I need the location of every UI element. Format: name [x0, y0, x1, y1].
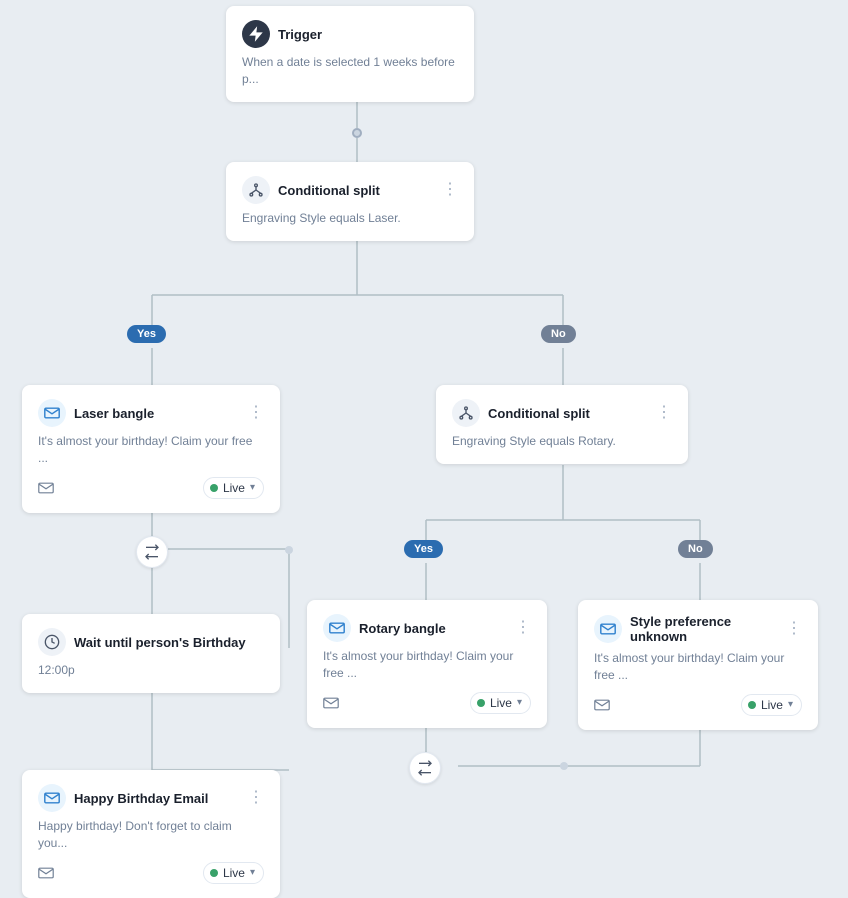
- split-main-header: Conditional split ⋮: [242, 176, 458, 204]
- rotary-bangle-description: It's almost your birthday! Claim your fr…: [323, 648, 531, 682]
- trigger-description: When a date is selected 1 weeks before p…: [242, 54, 458, 88]
- laser-bangle-card: Laser bangle ⋮ It's almost your birthday…: [22, 385, 280, 513]
- split-2-title-row: Conditional split: [452, 399, 590, 427]
- laser-bangle-title-row: Laser bangle: [38, 399, 154, 427]
- laser-bangle-chevron: ▾: [250, 482, 255, 493]
- connector-dot-1: [352, 128, 362, 138]
- happy-birthday-chevron: ▾: [250, 867, 255, 878]
- style-pref-email-footer-icon: [594, 699, 610, 711]
- split-main-title-row: Conditional split: [242, 176, 380, 204]
- rotary-bangle-chevron: ▾: [517, 697, 522, 708]
- laser-bangle-header: Laser bangle ⋮: [38, 399, 264, 427]
- style-pref-title: Style preference unknown: [630, 614, 786, 644]
- style-pref-menu[interactable]: ⋮: [786, 621, 802, 637]
- wait-header: Wait until person's Birthday: [38, 628, 264, 656]
- style-preference-unknown-card: Style preference unknown ⋮ It's almost y…: [578, 600, 818, 730]
- split-main-description: Engraving Style equals Laser.: [242, 210, 458, 227]
- style-pref-status-label: Live: [761, 698, 783, 712]
- happy-birthday-status[interactable]: Live ▾: [203, 862, 264, 884]
- style-pref-description: It's almost your birthday! Claim your fr…: [594, 650, 802, 684]
- branch-no-2: No: [678, 540, 713, 558]
- branch-yes-1: Yes: [127, 325, 166, 343]
- laser-bangle-title: Laser bangle: [74, 406, 154, 421]
- rotary-bangle-email-footer-icon: [323, 697, 339, 709]
- conditional-split-main-card: Conditional split ⋮ Engraving Style equa…: [226, 162, 474, 241]
- split-2-title: Conditional split: [488, 406, 590, 421]
- style-pref-status[interactable]: Live ▾: [741, 694, 802, 716]
- happy-birthday-email-card: Happy Birthday Email ⋮ Happy birthday! D…: [22, 770, 280, 898]
- wait-title-row: Wait until person's Birthday: [38, 628, 246, 656]
- laser-bangle-status[interactable]: Live ▾: [203, 477, 264, 499]
- rotary-bangle-title: Rotary bangle: [359, 621, 446, 636]
- laser-bangle-menu[interactable]: ⋮: [248, 405, 264, 421]
- style-pref-footer: Live ▾: [594, 694, 802, 716]
- laser-bangle-description: It's almost your birthday! Claim your fr…: [38, 433, 264, 467]
- split-2-menu[interactable]: ⋮: [656, 405, 672, 421]
- happy-birthday-footer: Live ▾: [38, 862, 264, 884]
- happy-birthday-header: Happy Birthday Email ⋮: [38, 784, 264, 812]
- split-2-icon: [452, 399, 480, 427]
- trigger-card-header: Trigger: [242, 20, 458, 48]
- laser-bangle-footer: Live ▾: [38, 477, 264, 499]
- branch-no-1: No: [541, 325, 576, 343]
- rotary-bangle-status-label: Live: [490, 696, 512, 710]
- laser-bangle-status-dot: [210, 484, 218, 492]
- happy-birthday-email-icon: [38, 784, 66, 812]
- happy-birthday-status-label: Live: [223, 866, 245, 880]
- wait-card: Wait until person's Birthday 12:00p: [22, 614, 280, 693]
- conditional-split-2-card: Conditional split ⋮ Engraving Style equa…: [436, 385, 688, 464]
- happy-birthday-description: Happy birthday! Don't forget to claim yo…: [38, 818, 264, 852]
- rotary-bangle-status[interactable]: Live ▾: [470, 692, 531, 714]
- trigger-card: Trigger When a date is selected 1 weeks …: [226, 6, 474, 102]
- style-pref-email-icon: [594, 615, 622, 643]
- style-pref-header: Style preference unknown ⋮: [594, 614, 802, 644]
- trigger-title: Trigger: [278, 27, 322, 42]
- style-pref-title-row: Style preference unknown: [594, 614, 786, 644]
- swap-circle-2[interactable]: [409, 752, 441, 784]
- rotary-bangle-title-row: Rotary bangle: [323, 614, 446, 642]
- rotary-bangle-footer: Live ▾: [323, 692, 531, 714]
- rotary-bangle-status-dot: [477, 699, 485, 707]
- style-pref-status-dot: [748, 701, 756, 709]
- happy-birthday-status-dot: [210, 869, 218, 877]
- connector-dot-swap-2: [560, 762, 568, 770]
- wait-icon: [38, 628, 66, 656]
- branch-yes-2: Yes: [404, 540, 443, 558]
- split-2-header: Conditional split ⋮: [452, 399, 672, 427]
- split-main-icon: [242, 176, 270, 204]
- wait-title: Wait until person's Birthday: [74, 635, 246, 650]
- laser-bangle-email-footer-icon: [38, 482, 54, 494]
- trigger-icon: [242, 20, 270, 48]
- split-main-menu[interactable]: ⋮: [442, 182, 458, 198]
- swap-circle-1[interactable]: [136, 536, 168, 568]
- rotary-bangle-menu[interactable]: ⋮: [515, 620, 531, 636]
- rotary-bangle-card: Rotary bangle ⋮ It's almost your birthda…: [307, 600, 547, 728]
- happy-birthday-menu[interactable]: ⋮: [248, 790, 264, 806]
- happy-birthday-title-row: Happy Birthday Email: [38, 784, 208, 812]
- trigger-title-row: Trigger: [242, 20, 322, 48]
- happy-birthday-email-footer-icon: [38, 867, 54, 879]
- laser-bangle-status-label: Live: [223, 481, 245, 495]
- laser-bangle-email-icon: [38, 399, 66, 427]
- connector-dot-swap-1: [285, 546, 293, 554]
- wait-description: 12:00p: [38, 662, 264, 679]
- split-2-description: Engraving Style equals Rotary.: [452, 433, 672, 450]
- workflow-canvas: Trigger When a date is selected 1 weeks …: [0, 0, 848, 874]
- split-main-title: Conditional split: [278, 183, 380, 198]
- rotary-bangle-header: Rotary bangle ⋮: [323, 614, 531, 642]
- rotary-bangle-email-icon: [323, 614, 351, 642]
- style-pref-chevron: ▾: [788, 699, 793, 710]
- happy-birthday-title: Happy Birthday Email: [74, 791, 208, 806]
